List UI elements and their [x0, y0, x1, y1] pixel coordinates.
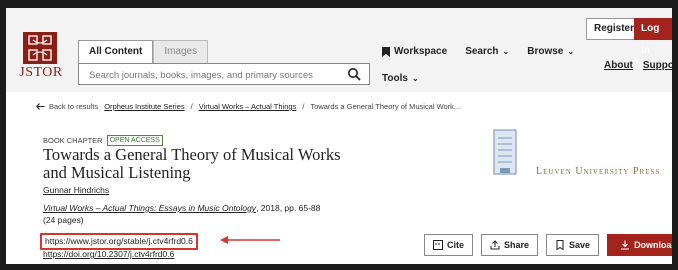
nav-workspace[interactable]: Workspace: [382, 46, 447, 57]
main-nav: Workspace Search ⌄ Browse ⌄: [382, 46, 574, 57]
tab-all-content[interactable]: All Content: [78, 40, 154, 63]
save-label: Save: [569, 240, 591, 250]
source-details: , 2018, pp. 65-88: [256, 203, 321, 213]
breadcrumb: Back to results Orpheus Institute Series…: [36, 102, 460, 111]
back-to-results-label: Back to results: [49, 102, 99, 111]
search-box: [78, 63, 370, 86]
header-links: About Support: [604, 60, 672, 71]
jstor-logo[interactable]: JSTOR: [19, 32, 63, 84]
publisher-logo[interactable]: Leuven University Press: [492, 128, 659, 184]
logo-text: JSTOR: [19, 65, 63, 80]
cite-label: Cite: [447, 240, 465, 250]
bookmark-icon: [382, 46, 390, 57]
breadcrumb-book[interactable]: Virtual Works – Actual Things: [199, 102, 297, 111]
search-scope-tabs: All Content Images: [78, 40, 209, 63]
page-count: (24 pages): [43, 215, 84, 225]
nav-search-label: Search: [465, 46, 499, 57]
save-button[interactable]: Save: [546, 234, 600, 256]
author-link[interactable]: Gunnar Hindrichs: [43, 185, 109, 195]
breadcrumb-separator: /: [302, 102, 305, 111]
chapter-title: Towards a General Theory of Musical Work…: [43, 145, 341, 182]
book-title-link[interactable]: Virtual Works – Actual Things: Essays in…: [43, 203, 256, 213]
breadcrumb-series[interactable]: Orpheus Institute Series: [104, 102, 184, 111]
source-info: Virtual Works – Actual Things: Essays in…: [43, 203, 320, 213]
quote-icon: [433, 240, 443, 250]
publisher-crest-icon: [493, 129, 517, 175]
back-to-results-link[interactable]: Back to results: [36, 102, 98, 111]
nav-browse[interactable]: Browse ⌄: [527, 46, 574, 57]
chevron-down-icon: ⌄: [411, 74, 419, 83]
nav-search[interactable]: Search ⌄: [465, 46, 509, 57]
doi-link[interactable]: https://doi.org/10.2307/j.ctv4rfrd0.6: [43, 249, 174, 259]
nav-tools-label: Tools: [382, 73, 408, 84]
about-link[interactable]: About: [604, 60, 633, 71]
site-header: JSTOR All Content Images Workspace Searc…: [6, 8, 672, 92]
jstor-page: JSTOR All Content Images Workspace Searc…: [6, 8, 672, 264]
download-label: Download: [634, 240, 672, 250]
content-type: BOOK CHAPTER: [43, 136, 103, 145]
download-icon: [621, 240, 630, 250]
download-button[interactable]: Download: [607, 234, 672, 256]
stable-url[interactable]: https://www.jstor.org/stable/j.ctv4rfrd0…: [40, 233, 198, 250]
nav-tools[interactable]: Tools ⌄: [382, 73, 419, 84]
search-icon[interactable]: [347, 67, 361, 81]
chevron-down-icon: ⌄: [502, 47, 510, 56]
nav-workspace-label: Workspace: [394, 46, 448, 57]
share-button[interactable]: Share: [481, 234, 539, 256]
tab-images[interactable]: Images: [153, 40, 209, 63]
breadcrumb-current: Towards a General Theory of Musical Work…: [310, 102, 461, 111]
chevron-down-icon: ⌄: [567, 47, 575, 56]
nav-browse-label: Browse: [527, 46, 564, 57]
arrow-left-icon: [36, 103, 45, 110]
jstor-emblem-icon: [23, 32, 57, 64]
search-input[interactable]: [79, 64, 341, 86]
login-button[interactable]: Log in: [634, 18, 672, 56]
support-link[interactable]: Support: [643, 60, 672, 71]
share-label: Share: [504, 240, 530, 250]
action-bar: Cite Share Save Download: [424, 234, 672, 256]
publisher-name: Leuven University Press: [536, 166, 661, 177]
breadcrumb-separator: /: [190, 102, 193, 111]
annotation-arrow-icon: [220, 236, 280, 244]
bookmark-icon: [556, 240, 564, 250]
share-icon: [490, 240, 500, 250]
cite-button[interactable]: Cite: [424, 234, 474, 256]
